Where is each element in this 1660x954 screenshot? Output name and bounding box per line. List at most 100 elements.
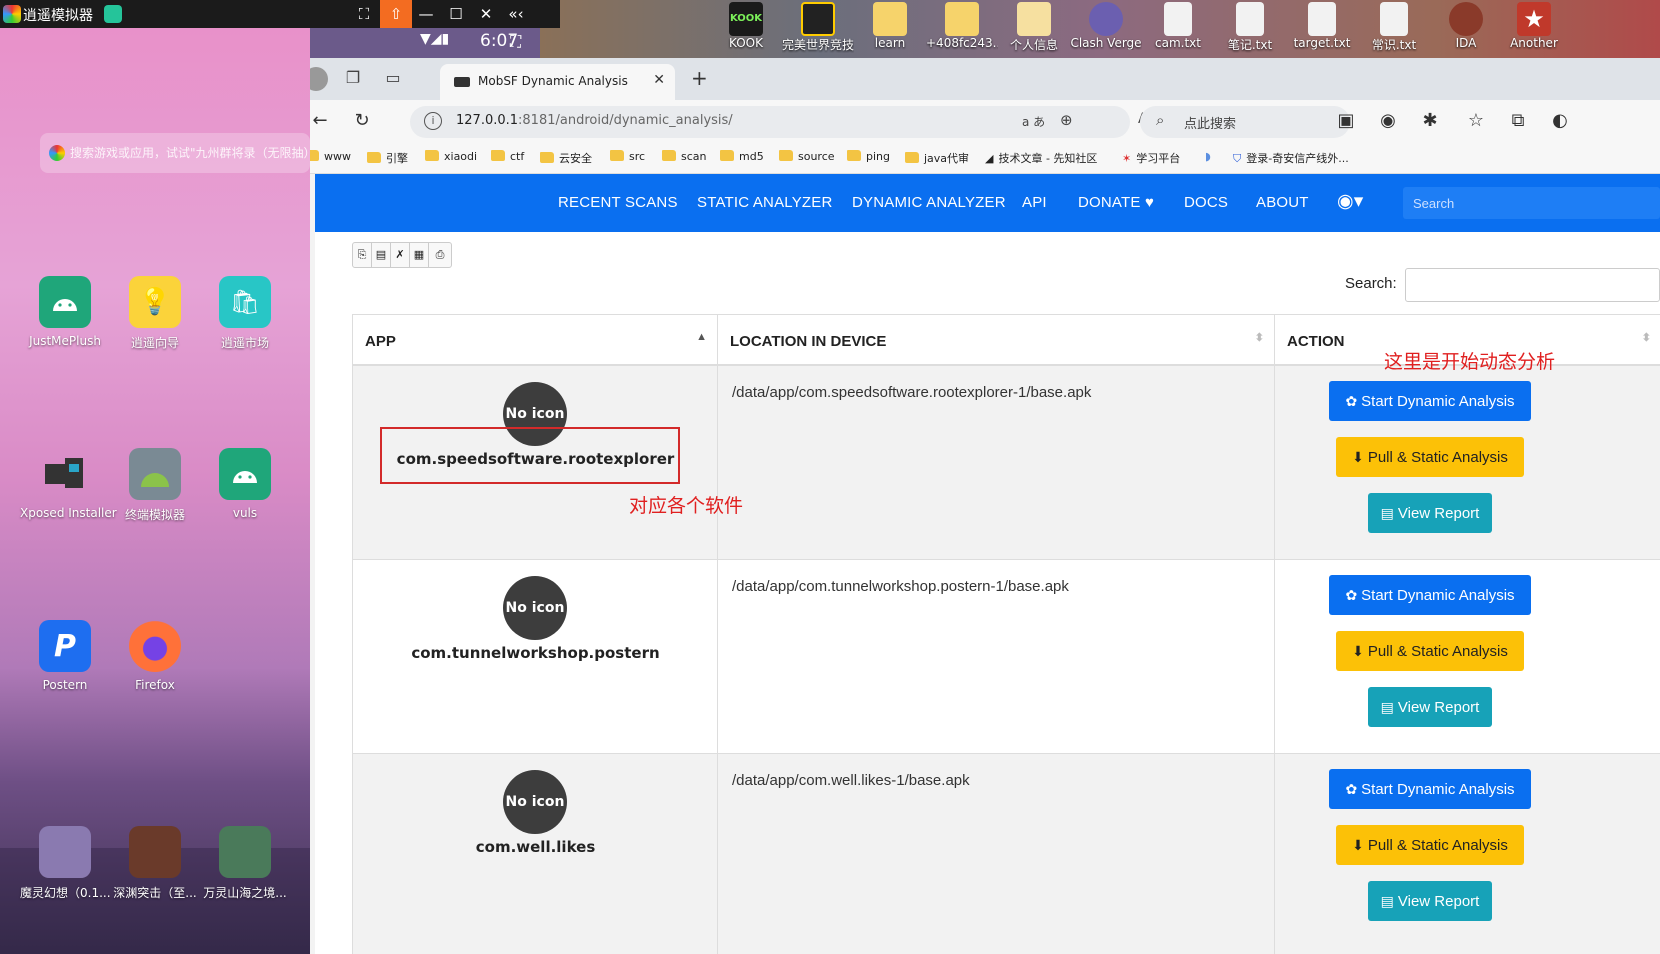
user-menu-icon[interactable]: ◉▾ bbox=[1337, 190, 1364, 213]
back-icon[interactable]: ← bbox=[310, 110, 332, 131]
favorites-icon[interactable]: ☆ bbox=[1464, 110, 1488, 131]
desktop-icon-perfectworld[interactable]: 完美世界竞技平台 bbox=[782, 0, 854, 58]
start-dynamic-analysis-button[interactable]: ✿ Start Dynamic Analysis bbox=[1329, 575, 1531, 615]
search-icon: ⌕ bbox=[1156, 111, 1165, 129]
desktop-icon-target[interactable]: target.txt bbox=[1286, 0, 1358, 58]
folder-icon bbox=[873, 2, 907, 36]
collections-icon[interactable]: ❐ bbox=[342, 68, 364, 90]
nav-static-analyzer[interactable]: STATIC ANALYZER bbox=[697, 194, 833, 211]
start-dynamic-analysis-button[interactable]: ✿ Start Dynamic Analysis bbox=[1329, 381, 1531, 421]
bookmark-qianxin[interactable]: ⛉ 登录-奇安信产线外... bbox=[1233, 150, 1349, 166]
tab-close-icon[interactable]: ✕ bbox=[653, 72, 665, 88]
dock-app-3[interactable]: 万灵山海之境... bbox=[200, 826, 290, 901]
fullscreen-icon[interactable]: ⛶ bbox=[348, 0, 380, 28]
pull-static-analysis-button[interactable]: ⬇ Pull & Static Analysis bbox=[1336, 631, 1524, 671]
app-xposed[interactable]: Xposed Installer bbox=[20, 448, 117, 520]
app-market[interactable]: 🛍 逍遥市场 bbox=[200, 276, 290, 351]
desktop-icon-kook[interactable]: KOOK KOOK bbox=[710, 0, 782, 58]
pull-static-analysis-button[interactable]: ⬇ Pull & Static Analysis bbox=[1336, 437, 1524, 477]
address-bar[interactable]: i 127.0.0.1:8181/android/dynamic_analysi… bbox=[410, 106, 1184, 138]
column-header-app[interactable]: APP ▲ bbox=[353, 314, 718, 366]
desktop-icon-learn[interactable]: learn bbox=[854, 0, 926, 58]
app-terminal[interactable]: 终端模拟器 bbox=[110, 448, 200, 523]
bookmark-cloud[interactable]: 云安全 bbox=[540, 150, 592, 166]
bookmark-xiaodi[interactable]: xiaodi bbox=[425, 150, 477, 163]
emulator-app-icon[interactable] bbox=[104, 5, 122, 23]
bookmark-md5[interactable]: md5 bbox=[720, 150, 764, 163]
new-tab-icon[interactable]: + bbox=[691, 66, 708, 90]
bookmark-src[interactable]: src bbox=[610, 150, 645, 163]
view-report-button[interactable]: ▤ View Report bbox=[1368, 493, 1492, 533]
nav-about[interactable]: ABOUT bbox=[1256, 194, 1309, 211]
excel-icon[interactable]: ✗ bbox=[391, 243, 410, 267]
folder-icon bbox=[367, 152, 381, 163]
mobsf-favicon-icon bbox=[454, 77, 470, 87]
puzzle-icon bbox=[39, 448, 91, 500]
close-icon[interactable]: ✕ bbox=[470, 0, 502, 28]
desktop-icon-another[interactable]: ★ Another bbox=[1498, 0, 1570, 58]
desktop-icon-notes[interactable]: 笔记.txt bbox=[1214, 0, 1286, 58]
app-vuls[interactable]: vuls bbox=[200, 448, 290, 520]
desktop-icon-personal[interactable]: 个人信息 bbox=[998, 0, 1070, 58]
extension-icon[interactable]: ▣ bbox=[1334, 110, 1358, 131]
bookmark-ping[interactable]: ping bbox=[847, 150, 890, 163]
record-icon[interactable]: ◉ bbox=[1376, 110, 1400, 131]
profile-avatar-icon[interactable] bbox=[310, 67, 328, 91]
nav-api[interactable]: API bbox=[1022, 194, 1047, 211]
upload-icon[interactable]: ⇧ bbox=[380, 0, 412, 28]
desktop-icon-clash[interactable]: Clash Verge bbox=[1070, 0, 1142, 58]
bookmark-java[interactable]: java代审 bbox=[905, 150, 969, 166]
app-postern[interactable]: P Postern bbox=[20, 620, 110, 692]
table-search-input[interactable] bbox=[1405, 268, 1660, 302]
start-dynamic-analysis-button[interactable]: ✿ Start Dynamic Analysis bbox=[1329, 769, 1531, 809]
no-icon-placeholder: No icon bbox=[503, 576, 567, 640]
expand-icon[interactable]: ⛶ bbox=[510, 32, 521, 52]
desktop-icon-file[interactable]: +408fc243... bbox=[926, 0, 998, 58]
bookmark-ctf[interactable]: ctf bbox=[491, 150, 524, 163]
bookmark-xianzhi[interactable]: ◢ 技术文章 - 先知社区 bbox=[985, 150, 1097, 166]
nav-donate[interactable]: DONATE ♥ bbox=[1078, 194, 1154, 211]
desktop-icon-common[interactable]: 常识.txt bbox=[1358, 0, 1430, 58]
copy-icon[interactable]: ⎘ bbox=[353, 243, 372, 267]
bookmark-www[interactable]: www bbox=[310, 150, 351, 163]
emulator-search-bar[interactable]: 搜索游戏或应用，试试"九州群将录（无限抽）" bbox=[40, 133, 310, 173]
bookmark-scan[interactable]: scan bbox=[662, 150, 707, 163]
bookmark-engine[interactable]: 引擎 bbox=[367, 150, 408, 166]
desktop-icon-cam[interactable]: cam.txt bbox=[1142, 0, 1214, 58]
dock-app-1[interactable]: 魔灵幻想（0.1... bbox=[20, 826, 111, 901]
navbar-search-box[interactable] bbox=[1403, 187, 1660, 219]
vertical-tabs-icon[interactable]: ▭ bbox=[382, 68, 404, 90]
minimize-icon[interactable]: — bbox=[410, 0, 442, 28]
bookmark-study[interactable]: ✶ 学习平台 bbox=[1122, 150, 1180, 166]
print-icon[interactable]: ⎙ bbox=[429, 243, 451, 267]
pull-static-analysis-button[interactable]: ⬇ Pull & Static Analysis bbox=[1336, 825, 1524, 865]
app-firefox[interactable]: Firefox bbox=[110, 620, 200, 692]
zoom-icon[interactable]: ⊕ bbox=[1060, 111, 1073, 129]
refresh-icon[interactable]: ↻ bbox=[350, 110, 374, 131]
copilot-icon[interactable]: ◐ bbox=[1548, 110, 1572, 131]
maximize-icon[interactable]: ☐ bbox=[440, 0, 472, 28]
nav-dynamic-analyzer[interactable]: DYNAMIC ANALYZER bbox=[852, 194, 1006, 211]
view-report-button[interactable]: ▤ View Report bbox=[1368, 881, 1492, 921]
nav-docs[interactable]: DOCS bbox=[1184, 194, 1228, 211]
tab-mobsf[interactable]: MobSF Dynamic Analysis ✕ bbox=[440, 64, 675, 100]
app-justmeplush[interactable]: JustMePlush bbox=[20, 276, 110, 348]
view-report-button[interactable]: ▤ View Report bbox=[1368, 687, 1492, 727]
action-cell: ✿ Start Dynamic Analysis ⬇ Pull & Static A… bbox=[1275, 560, 1660, 753]
desktop-icon-ida[interactable]: IDA bbox=[1430, 0, 1502, 58]
pdf-icon[interactable]: ▦ bbox=[410, 243, 429, 267]
navbar-search-input[interactable] bbox=[1403, 187, 1660, 219]
translate-icon[interactable]: a あ bbox=[1022, 113, 1045, 130]
csv-icon[interactable]: ▤ bbox=[372, 243, 391, 267]
app-guide[interactable]: 💡 逍遥向导 bbox=[110, 276, 200, 351]
site-info-icon[interactable]: i bbox=[424, 112, 442, 130]
puzzle-extension-icon[interactable]: ✱ bbox=[1418, 110, 1442, 131]
column-header-location[interactable]: LOCATION IN DEVICE ⬍ bbox=[718, 314, 1275, 366]
bookmark-blank[interactable]: ◗ bbox=[1205, 150, 1211, 163]
collections-icon[interactable]: ⧉ bbox=[1506, 110, 1530, 131]
bookmark-source[interactable]: source bbox=[779, 150, 835, 163]
browser-search-pill[interactable]: ⌕ 点此搜索 bbox=[1140, 106, 1350, 138]
dock-app-2[interactable]: 深渊突击（至... bbox=[110, 826, 200, 901]
nav-recent-scans[interactable]: RECENT SCANS bbox=[558, 194, 678, 211]
collapse-sidebar-icon[interactable]: «‹ bbox=[500, 0, 532, 28]
